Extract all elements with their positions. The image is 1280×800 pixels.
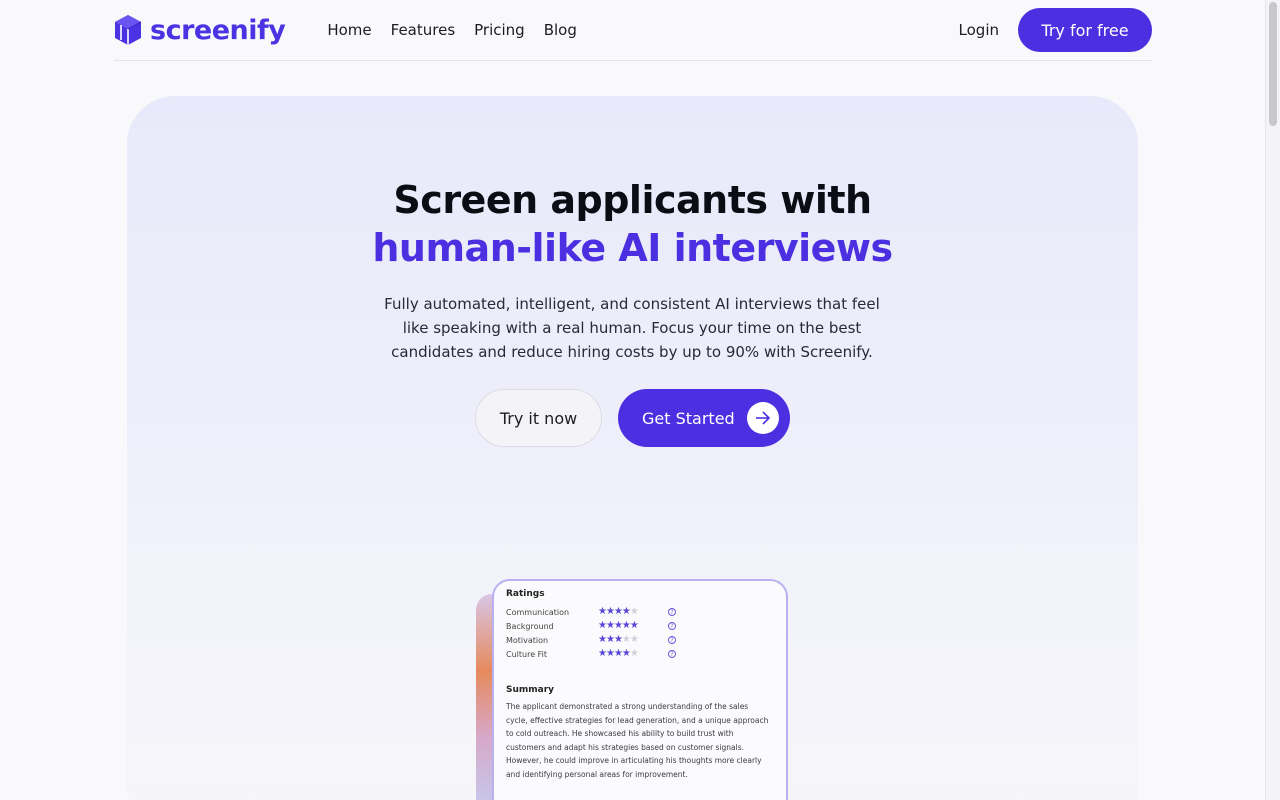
- star-rating: ★★★★★: [598, 649, 668, 659]
- star-icon: ★: [621, 620, 631, 631]
- brand-name: screenify: [150, 14, 286, 46]
- hero-title: Screen applicants with human-like AI int…: [0, 176, 1265, 272]
- hero-title-line1: Screen applicants with: [393, 178, 872, 222]
- interview-report-card: Ratings Communication ★★★★★? Background ★★★…: [492, 579, 788, 800]
- star-icon: ★: [613, 634, 623, 645]
- try-it-now-button[interactable]: Try it now: [475, 389, 602, 447]
- site-header: screenify Home Features Pricing Blog Log…: [114, 0, 1152, 61]
- help-icon[interactable]: ?: [668, 636, 676, 644]
- nav-pricing-link[interactable]: Pricing: [474, 21, 525, 39]
- page-scrollbar[interactable]: [1265, 0, 1280, 800]
- nav-home-link[interactable]: Home: [327, 21, 371, 39]
- star-icon: ★: [629, 648, 639, 659]
- star-icon: ★: [605, 606, 615, 617]
- star-rating: ★★★★★: [598, 635, 668, 645]
- star-icon: ★: [613, 648, 623, 659]
- summary-title: Summary: [506, 685, 555, 695]
- star-icon: ★: [598, 620, 607, 631]
- hero-title-line2: human-like AI interviews: [372, 226, 893, 270]
- star-icon: ★: [621, 648, 631, 659]
- rating-label: Background: [506, 621, 554, 631]
- login-link[interactable]: Login: [959, 21, 999, 39]
- rating-row: Communication ★★★★★?: [506, 605, 774, 619]
- rating-label: Culture Fit: [506, 649, 548, 659]
- star-rating: ★★★★★: [598, 607, 668, 617]
- cube-logo-icon: [115, 15, 142, 45]
- star-icon: ★: [613, 620, 623, 631]
- star-icon: ★: [605, 634, 615, 645]
- star-icon: ★: [598, 648, 607, 659]
- star-icon: ★: [605, 620, 615, 631]
- ratings-list: Communication ★★★★★? Background ★★★★★? Motiv…: [506, 605, 774, 661]
- hero-description: Fully automated, intelligent, and consis…: [384, 295, 880, 361]
- help-icon[interactable]: ?: [668, 608, 676, 616]
- star-icon: ★: [598, 634, 607, 645]
- rating-label: Communication: [506, 607, 570, 617]
- rating-row: Motivation ★★★★★?: [506, 633, 774, 647]
- help-icon[interactable]: ?: [668, 622, 676, 630]
- main-nav: Home Features Pricing Blog: [327, 21, 577, 39]
- rating-row: Culture Fit ★★★★★?: [506, 647, 774, 661]
- star-icon: ★: [598, 606, 607, 617]
- star-icon: ★: [629, 606, 639, 617]
- scrollbar-thumb[interactable]: [1269, 2, 1277, 126]
- hero-buttons: Try it now Get Started: [475, 389, 790, 447]
- star-icon: ★: [613, 606, 623, 617]
- star-icon: ★: [629, 620, 639, 631]
- nav-features-link[interactable]: Features: [391, 21, 456, 39]
- nav-blog-link[interactable]: Blog: [544, 21, 577, 39]
- rating-row: Background ★★★★★?: [506, 619, 774, 633]
- arrow-right-icon: [746, 402, 779, 434]
- star-icon: ★: [605, 648, 615, 659]
- ratings-title: Ratings: [506, 589, 545, 599]
- star-icon: ★: [621, 634, 631, 645]
- get-started-button[interactable]: Get Started: [618, 389, 790, 447]
- star-rating: ★★★★★: [598, 621, 668, 631]
- star-icon: ★: [629, 634, 639, 645]
- brand-logo[interactable]: screenify: [114, 14, 286, 46]
- rating-label: Motivation: [506, 635, 549, 645]
- summary-text: The applicant demonstrated a strong unde…: [506, 702, 769, 779]
- help-icon[interactable]: ?: [668, 650, 676, 658]
- get-started-label: Get Started: [642, 408, 735, 428]
- header-actions: Login Try for free: [959, 8, 1152, 52]
- try-for-free-button[interactable]: Try for free: [1018, 8, 1152, 52]
- star-icon: ★: [621, 606, 631, 617]
